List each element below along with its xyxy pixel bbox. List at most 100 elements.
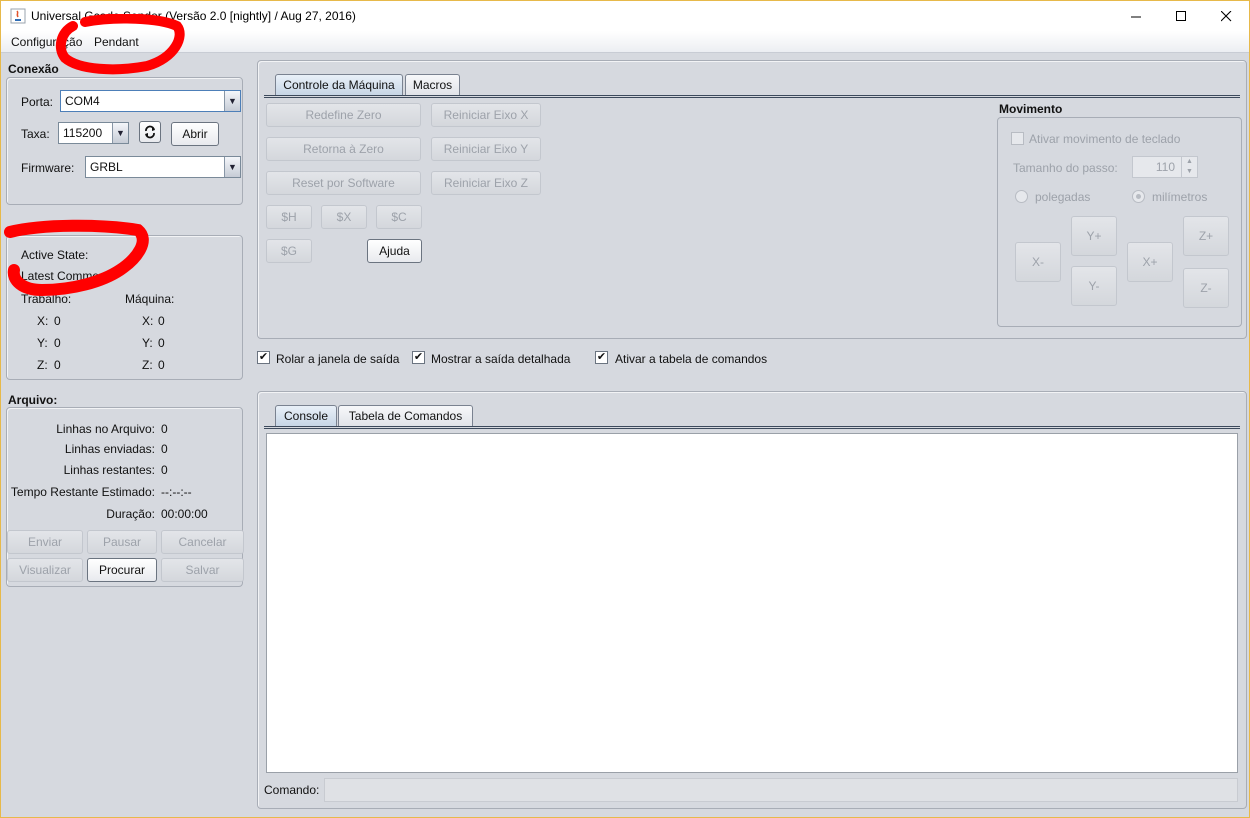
movement-panel: Ativar movimento de teclado Tamanho do p… xyxy=(997,117,1242,327)
menu-bar: Configuração Pendant xyxy=(1,31,1249,53)
tab-macros[interactable]: Macros xyxy=(405,74,460,95)
inches-radio[interactable] xyxy=(1015,190,1028,203)
file-lines-value: 0 xyxy=(161,422,168,436)
spinner-arrows-icon[interactable]: ▲ ▼ xyxy=(1181,157,1197,177)
port-value[interactable]: COM4 xyxy=(65,94,100,108)
connection-panel: Porta: COM4 ▼ Taxa: 115200 ▼ Abrir Firmw… xyxy=(6,77,243,205)
file-lines-label: Linhas no Arquivo: xyxy=(56,422,155,436)
refresh-icon xyxy=(145,125,155,139)
port-label: Porta: xyxy=(21,95,54,109)
console-output[interactable] xyxy=(266,433,1238,773)
work-y-value: 0 xyxy=(54,336,61,350)
console-panel: Console Tabela de Comandos Comando: xyxy=(257,391,1247,809)
machine-x-label: X: xyxy=(142,314,154,328)
firmware-combo[interactable]: GRBL ▼ xyxy=(85,156,241,178)
reset-y-button[interactable]: Reiniciar Eixo Y xyxy=(431,137,541,161)
keyboard-jog-label: Ativar movimento de teclado xyxy=(1029,132,1181,146)
machine-control-panel: Controle da Máquina Macros Redefine Zero… xyxy=(257,60,1247,339)
jog-y-minus-button[interactable]: Y- xyxy=(1071,266,1117,306)
soft-reset-button[interactable]: Reset por Software xyxy=(266,171,421,195)
millimeters-radio[interactable] xyxy=(1132,190,1145,203)
firmware-value[interactable]: GRBL xyxy=(90,160,123,174)
browse-button[interactable]: Procurar xyxy=(87,558,157,582)
step-size-spinner[interactable]: 110 ▲ ▼ xyxy=(1132,156,1198,178)
tab-command-table[interactable]: Tabela de Comandos xyxy=(338,405,473,426)
java-app-icon xyxy=(10,8,26,24)
command-table-checkbox[interactable]: ✔ xyxy=(595,351,608,364)
machine-position-label: Máquina: xyxy=(125,292,175,306)
jog-z-minus-button[interactable]: Z- xyxy=(1183,268,1229,308)
connection-title: Conexão xyxy=(8,62,59,76)
home-button[interactable]: $H xyxy=(266,205,312,229)
return-zero-button[interactable]: Retorna à Zero xyxy=(266,137,421,161)
movement-title: Movimento xyxy=(999,102,1063,116)
tab-machine-control[interactable]: Controle da Máquina xyxy=(275,74,403,95)
command-label: Comando: xyxy=(264,783,320,797)
status-panel: Active State: Latest Comment: Trabalho: … xyxy=(6,235,243,380)
remaining-lines-label: Linhas restantes: xyxy=(63,463,155,477)
machine-z-label: Z: xyxy=(142,358,153,372)
tab-separator xyxy=(264,426,1240,429)
baud-value[interactable]: 115200 xyxy=(63,126,102,140)
visualize-button[interactable]: Visualizar xyxy=(7,558,83,582)
verbose-output-checkbox[interactable]: ✔ xyxy=(412,351,425,364)
jog-x-minus-button[interactable]: X- xyxy=(1015,242,1061,282)
pause-button[interactable]: Pausar xyxy=(87,530,157,554)
machine-x-value: 0 xyxy=(158,314,165,328)
chevron-down-icon[interactable]: ▼ xyxy=(112,123,128,143)
maximize-icon[interactable] xyxy=(1158,1,1204,31)
save-button[interactable]: Salvar xyxy=(161,558,244,582)
step-size-value[interactable]: 110 xyxy=(1156,160,1175,174)
jog-y-plus-button[interactable]: Y+ xyxy=(1071,216,1117,256)
active-state-label: Active State: xyxy=(21,248,89,262)
sent-lines-value: 0 xyxy=(161,442,168,456)
baud-label: Taxa: xyxy=(21,127,50,141)
port-combo[interactable]: COM4 ▼ xyxy=(60,90,241,112)
refresh-ports-button[interactable] xyxy=(139,121,161,143)
menu-configuracao[interactable]: Configuração xyxy=(11,35,82,49)
latest-comment-label: Latest Comment: xyxy=(21,269,113,283)
machine-y-label: Y: xyxy=(142,336,153,350)
reset-z-button[interactable]: Reiniciar Eixo Z xyxy=(431,171,541,195)
estimated-time-label: Tempo Restante Estimado: xyxy=(10,485,155,499)
jog-x-plus-button[interactable]: X+ xyxy=(1127,242,1173,282)
open-button[interactable]: Abrir xyxy=(171,122,219,146)
verbose-output-label: Mostrar a saída detalhada xyxy=(431,352,571,366)
scroll-output-label: Rolar a janela de saída xyxy=(276,352,400,366)
check-mode-button[interactable]: $C xyxy=(376,205,422,229)
keyboard-jog-checkbox[interactable] xyxy=(1011,132,1024,145)
menu-pendant[interactable]: Pendant xyxy=(94,35,139,49)
work-x-value: 0 xyxy=(54,314,61,328)
baud-combo[interactable]: 115200 ▼ xyxy=(58,122,129,144)
tab-console[interactable]: Console xyxy=(275,405,337,426)
cancel-button[interactable]: Cancelar xyxy=(161,530,244,554)
reset-zero-button[interactable]: Redefine Zero xyxy=(266,103,421,127)
work-z-label: Z: xyxy=(37,358,48,372)
scroll-output-checkbox[interactable]: ✔ xyxy=(257,351,270,364)
sent-lines-label: Linhas enviadas: xyxy=(64,442,155,456)
file-title: Arquivo: xyxy=(8,393,58,407)
minimize-icon[interactable] xyxy=(1113,1,1159,31)
close-icon[interactable] xyxy=(1203,1,1249,31)
estimated-time-value: --:--:-- xyxy=(161,485,192,499)
work-position-label: Trabalho: xyxy=(21,292,72,306)
get-state-button[interactable]: $G xyxy=(266,239,312,263)
duration-label: Duração: xyxy=(106,507,155,521)
work-x-label: X: xyxy=(37,314,49,328)
window-title: Universal Gcode Sender (Versão 2.0 [nigh… xyxy=(31,9,356,23)
millimeters-label: milímetros xyxy=(1152,190,1208,204)
command-input[interactable] xyxy=(324,778,1238,802)
send-button[interactable]: Enviar xyxy=(7,530,83,554)
chevron-down-icon[interactable]: ▼ xyxy=(224,157,240,177)
chevron-down-icon[interactable]: ▼ xyxy=(224,91,240,111)
jog-z-plus-button[interactable]: Z+ xyxy=(1183,216,1229,256)
reset-x-button[interactable]: Reiniciar Eixo X xyxy=(431,103,541,127)
work-z-value: 0 xyxy=(54,358,61,372)
firmware-label: Firmware: xyxy=(21,161,75,175)
work-y-label: Y: xyxy=(37,336,48,350)
kill-alarm-button[interactable]: $X xyxy=(321,205,367,229)
tab-separator xyxy=(264,95,1240,98)
duration-value: 00:00:00 xyxy=(161,507,208,521)
step-size-label: Tamanho do passo: xyxy=(1013,161,1118,175)
help-button[interactable]: Ajuda xyxy=(367,239,422,263)
